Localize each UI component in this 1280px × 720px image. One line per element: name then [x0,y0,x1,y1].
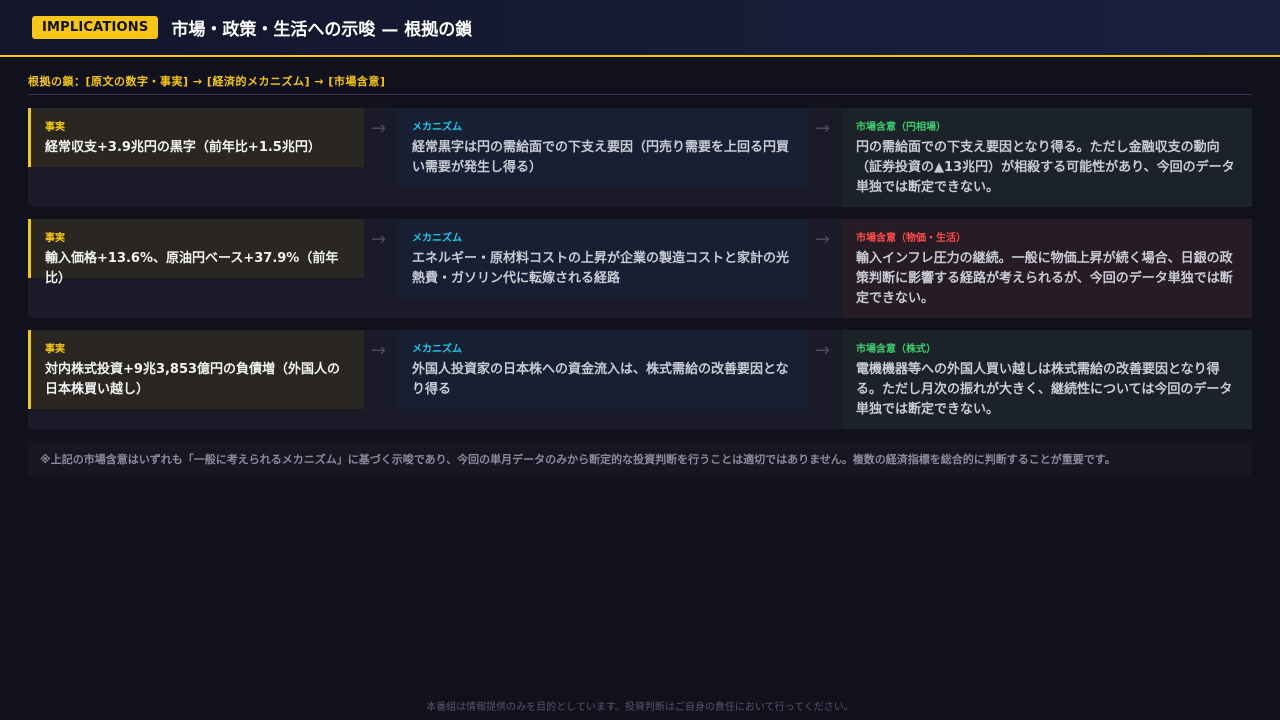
evidence-row-stocks: 事実 対内株式投資+9兆3,853億円の負債増（外国人の日本株買い越し） → メ… [28,330,1252,429]
fact-text: 経常収支+3.9兆円の黒字（前年比+1.5兆円） [45,140,321,155]
evidence-row-prices: 事実 輸入価格+13.6%、原油円ベース+37.9%（前年比） → メカニズム … [28,219,1252,318]
arrow-icon: → [815,340,831,361]
header-bar: IMPLICATIONS 市場・政策・生活への示唆 — 根拠の鎖 [0,0,1280,57]
fact-tag: 事実 [45,233,65,244]
evidence-row-yen: 事実 経常収支+3.9兆円の黒字（前年比+1.5兆円） → メカニズム 経常黒字… [28,108,1252,207]
implication-tag: 市場含意（円相場） [856,122,946,133]
fact-tag: 事実 [45,122,65,133]
disclaimer-note: ※上記の市場含意はいずれも「一般に考えられるメカニズム」に基づく示唆であり、今回… [28,441,1252,475]
fact-card: 事実 対内株式投資+9兆3,853億円の負債増（外国人の日本株買い越し） [28,330,364,409]
implication-text: 円の需給面での下支え要因となり得る。ただし金融収支の動向（証券投資の▲13兆円）… [856,140,1235,195]
arrow-icon: → [371,118,387,139]
mechanism-text: 外国人投資家の日本株への資金流入は、株式需給の改善要因となり得る [412,362,789,397]
fact-tag: 事実 [45,344,65,355]
arrow-icon: → [371,229,387,250]
fact-card: 事実 経常収支+3.9兆円の黒字（前年比+1.5兆円） [28,108,364,167]
footer-disclaimer: 本番組は情報提供のみを目的としています。投資判断はご自身の責任において行ってくだ… [426,702,854,713]
chain-label: 根拠の鎖：[原文の数字・事実] → [経済的メカニズム] → [市場含意] [28,73,1252,95]
mechanism-text: エネルギー・原材料コストの上昇が企業の製造コストと家計の光熱費・ガソリン代に転嫁… [412,251,790,286]
implication-tag: 市場含意（株式） [856,344,936,355]
mechanism-card: メカニズム 外国人投資家の日本株への資金流入は、株式需給の改善要因となり得る [398,330,808,409]
mechanism-text: 経常黒字は円の需給面での下支え要因（円売り需要を上回る円買い需要が発生し得る） [412,140,790,175]
fact-card: 事実 輸入価格+13.6%、原油円ベース+37.9%（前年比） [28,219,364,286]
market-implication-card: 市場含意（円相場） 円の需給面での下支え要因となり得る。ただし金融収支の動向（証… [842,108,1252,207]
mechanism-tag: メカニズム [412,233,462,244]
arrow-icon: → [371,340,387,361]
fact-text: 対内株式投資+9兆3,853億円の負債増（外国人の日本株買い越し） [45,362,341,397]
mechanism-card: メカニズム 経常黒字は円の需給面での下支え要因（円売り需要を上回る円買い需要が発… [398,108,808,187]
market-implication-card: 市場含意（物価・生活） 輸入インフレ圧力の継続。一般に物価上昇が続く場合、日銀の… [842,219,1252,318]
mechanism-tag: メカニズム [412,122,462,133]
implications-badge: IMPLICATIONS [32,16,159,39]
page-title: 市場・政策・生活への示唆 — 根拠の鎖 [171,20,473,40]
arrow-icon: → [815,229,831,250]
arrow-icon: → [815,118,831,139]
implication-tag: 市場含意（物価・生活） [856,233,966,244]
mechanism-card: メカニズム エネルギー・原材料コストの上昇が企業の製造コストと家計の光熱費・ガソ… [398,219,808,298]
fact-text: 輸入価格+13.6%、原油円ベース+37.9%（前年比） [45,251,339,286]
market-implication-card: 市場含意（株式） 電機機器等への外国人買い越しは株式需給の改善要因となり得る。た… [842,330,1252,429]
implication-text: 輸入インフレ圧力の継続。一般に物価上昇が続く場合、日銀の政策判断に影響する経路が… [856,251,1233,306]
implication-text: 電機機器等への外国人買い越しは株式需給の改善要因となり得る。ただし月次の振れが大… [856,362,1233,417]
mechanism-tag: メカニズム [412,344,462,355]
